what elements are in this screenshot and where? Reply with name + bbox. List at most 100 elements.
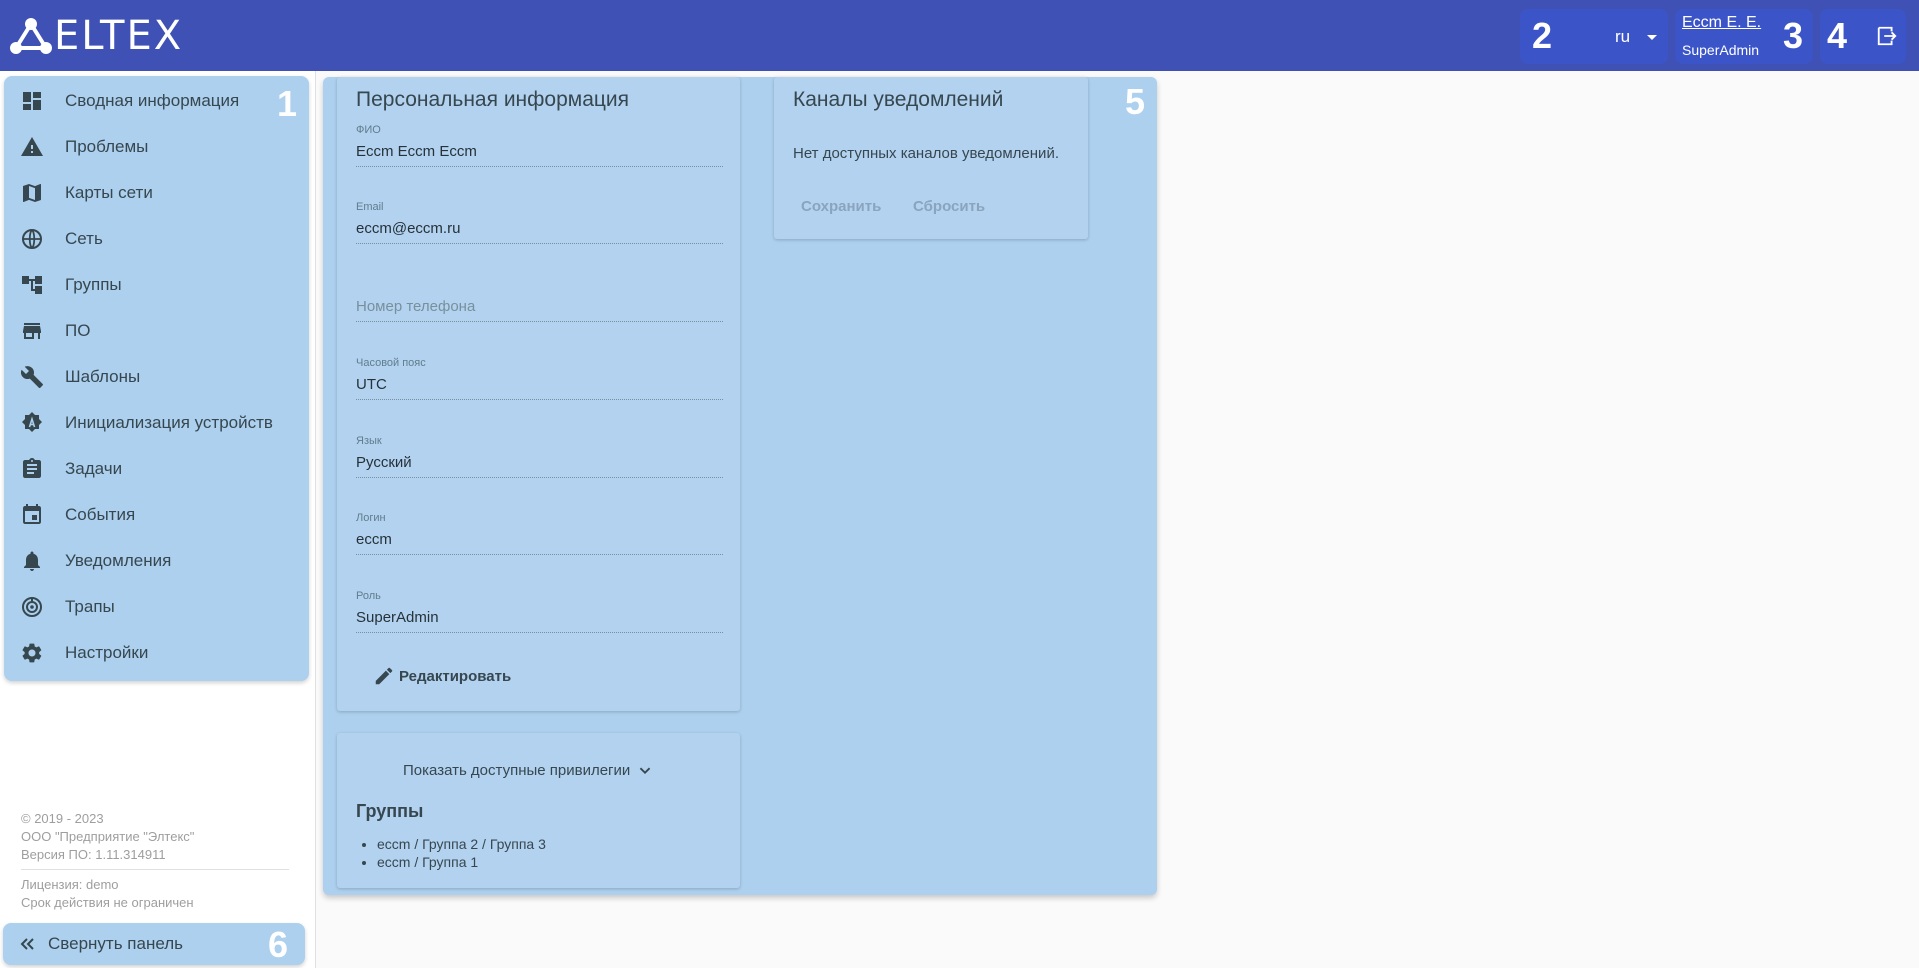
clipboard-icon: [23, 458, 41, 478]
no-channels-text: Нет доступных каналов уведомлений.: [793, 145, 1059, 162]
field-underline: [356, 166, 723, 167]
nav-label: Задачи: [65, 459, 123, 478]
edit-button[interactable]: Редактировать: [373, 663, 511, 689]
nav-item-tasks[interactable]: Задачи: [4, 446, 309, 492]
footer-divider: [21, 869, 289, 870]
notification-channels-title: Каналы уведомлений: [793, 88, 1004, 111]
marker-4: 4: [1827, 15, 1848, 56]
personal-info-card: Персональная информация ФИО Eccm Eccm Ec…: [337, 77, 740, 711]
role-field[interactable]: Роль SuperAdmin: [356, 590, 723, 633]
version-text: Версия ПО: 1.11.314911: [21, 847, 166, 862]
nav-item-groups[interactable]: Группы: [4, 262, 309, 308]
email-value: eccm@eccm.ru: [356, 220, 461, 237]
list-item: eccm / Группа 1: [377, 853, 546, 871]
login-field[interactable]: Логин eccm: [356, 512, 723, 555]
privileges-card: Показать доступные привилегии Группы ecc…: [337, 733, 740, 888]
footer-info: © 2019 - 2023 ООО "Предприятие "Элтекс" …: [21, 810, 194, 864]
map-icon: [23, 184, 41, 202]
double-chevron-left-icon: [20, 938, 34, 950]
field-underline: [356, 632, 723, 633]
timezone-field[interactable]: Часовой пояс UTC: [356, 357, 723, 400]
timezone-label: Часовой пояс: [356, 357, 426, 369]
nav-item-software[interactable]: ПО: [4, 308, 309, 354]
nav-label: Карты сети: [65, 183, 153, 202]
personal-info-title: Персональная информация: [356, 88, 630, 111]
nav-item-notifications[interactable]: Уведомления: [4, 538, 309, 584]
field-underline: [356, 321, 723, 322]
fio-field[interactable]: ФИО Eccm Eccm Eccm: [356, 124, 723, 167]
nav-label: События: [65, 505, 136, 524]
logout-button[interactable]: 4: [1820, 9, 1906, 64]
nav-label: Сеть: [65, 229, 103, 248]
license-expiry-text: Срок действия не ограничен: [21, 895, 194, 910]
language-label: Язык: [356, 435, 382, 447]
collapse-label: Свернуть панель: [48, 934, 183, 953]
wrench-icon: [20, 366, 43, 388]
login-label: Логин: [356, 512, 386, 524]
nav-label: Уведомления: [65, 551, 172, 570]
role-label: Роль: [356, 590, 381, 602]
nav-item-problems[interactable]: Проблемы: [4, 124, 309, 170]
nav-item-settings[interactable]: Настройки: [4, 630, 309, 676]
field-underline: [356, 477, 723, 478]
nav-item-dashboard[interactable]: Сводная информация: [4, 78, 309, 124]
fio-value: Eccm Eccm Eccm: [356, 143, 477, 160]
store-icon: [23, 323, 41, 339]
profile-panel: 5 Персональная информация ФИО Eccm Eccm …: [323, 77, 1157, 895]
nav-label: Шаблоны: [65, 367, 141, 386]
copyright-text: © 2019 - 2023: [21, 811, 104, 826]
nav-item-traps[interactable]: Трапы: [4, 584, 309, 630]
nav-item-templates[interactable]: Шаблоны: [4, 354, 309, 400]
user-name-link[interactable]: Eccm E. E.: [1682, 14, 1761, 32]
email-field[interactable]: Email eccm@eccm.ru: [356, 201, 723, 244]
nav-label: Сводная информация: [65, 91, 240, 110]
warning-icon: [21, 137, 43, 156]
language-value: ru: [1615, 27, 1631, 46]
groups-list: eccm / Группа 2 / Группа 3 eccm / Группа…: [377, 835, 546, 871]
phone-placeholder: Номер телефона: [356, 298, 476, 315]
nav-label: Группы: [65, 275, 122, 294]
groups-title: Группы: [356, 801, 424, 821]
email-label: Email: [356, 201, 384, 213]
license-text: Лицензия: demo: [21, 877, 119, 892]
language-value: Русский: [356, 454, 412, 471]
fio-label: ФИО: [356, 124, 381, 136]
role-value: SuperAdmin: [356, 609, 439, 626]
user-role: SuperAdmin: [1682, 42, 1760, 58]
license-info: Лицензия: demo Срок действия не ограниче…: [21, 876, 194, 912]
user-menu[interactable]: Eccm E. E. SuperAdmin 3: [1675, 9, 1813, 64]
field-underline: [356, 243, 723, 244]
field-underline: [356, 554, 723, 555]
chevron-down-icon: [640, 767, 651, 775]
nav-label: Инициализация устройств: [65, 413, 273, 432]
sidebar: 1 Сводная информация Проблемы Карты сети…: [0, 71, 316, 968]
marker-2: 2: [1532, 15, 1553, 56]
eltex-logo[interactable]: ELTEX: [10, 13, 183, 59]
language-field[interactable]: Язык Русский: [356, 435, 723, 478]
caret-down-icon: [1647, 35, 1657, 40]
save-button[interactable]: Сохранить: [801, 198, 881, 215]
reset-button[interactable]: Сбросить: [913, 198, 985, 215]
target-icon: [22, 597, 42, 617]
logo-text: ELTEX: [54, 13, 184, 59]
phone-field[interactable]: Номер телефона: [356, 279, 723, 322]
globe-icon: [22, 229, 42, 249]
nav-label: Настройки: [65, 643, 149, 662]
logo-mark-icon: [10, 18, 52, 54]
nav-label: Трапы: [65, 597, 115, 616]
notification-channels-card: Каналы уведомлений Нет доступных каналов…: [774, 77, 1088, 239]
nav-item-network-maps[interactable]: Карты сети: [4, 170, 309, 216]
show-privileges-toggle[interactable]: Показать доступные привилегии: [403, 759, 656, 781]
login-value: eccm: [356, 531, 392, 548]
logout-icon: [1877, 26, 1897, 46]
language-selector[interactable]: 2 ru: [1520, 9, 1668, 64]
nav-item-device-init[interactable]: Инициализация устройств: [4, 400, 309, 446]
nav-item-network[interactable]: Сеть: [4, 216, 309, 262]
collapse-panel-button[interactable]: Свернуть панель 6: [3, 923, 305, 965]
auto-badge-icon: [22, 412, 42, 432]
nav-item-events[interactable]: События: [4, 492, 309, 538]
marker-3: 3: [1783, 15, 1804, 56]
company-text: ООО "Предприятие "Элтекс": [21, 829, 195, 844]
field-underline: [356, 399, 723, 400]
hierarchy-icon: [22, 276, 42, 294]
